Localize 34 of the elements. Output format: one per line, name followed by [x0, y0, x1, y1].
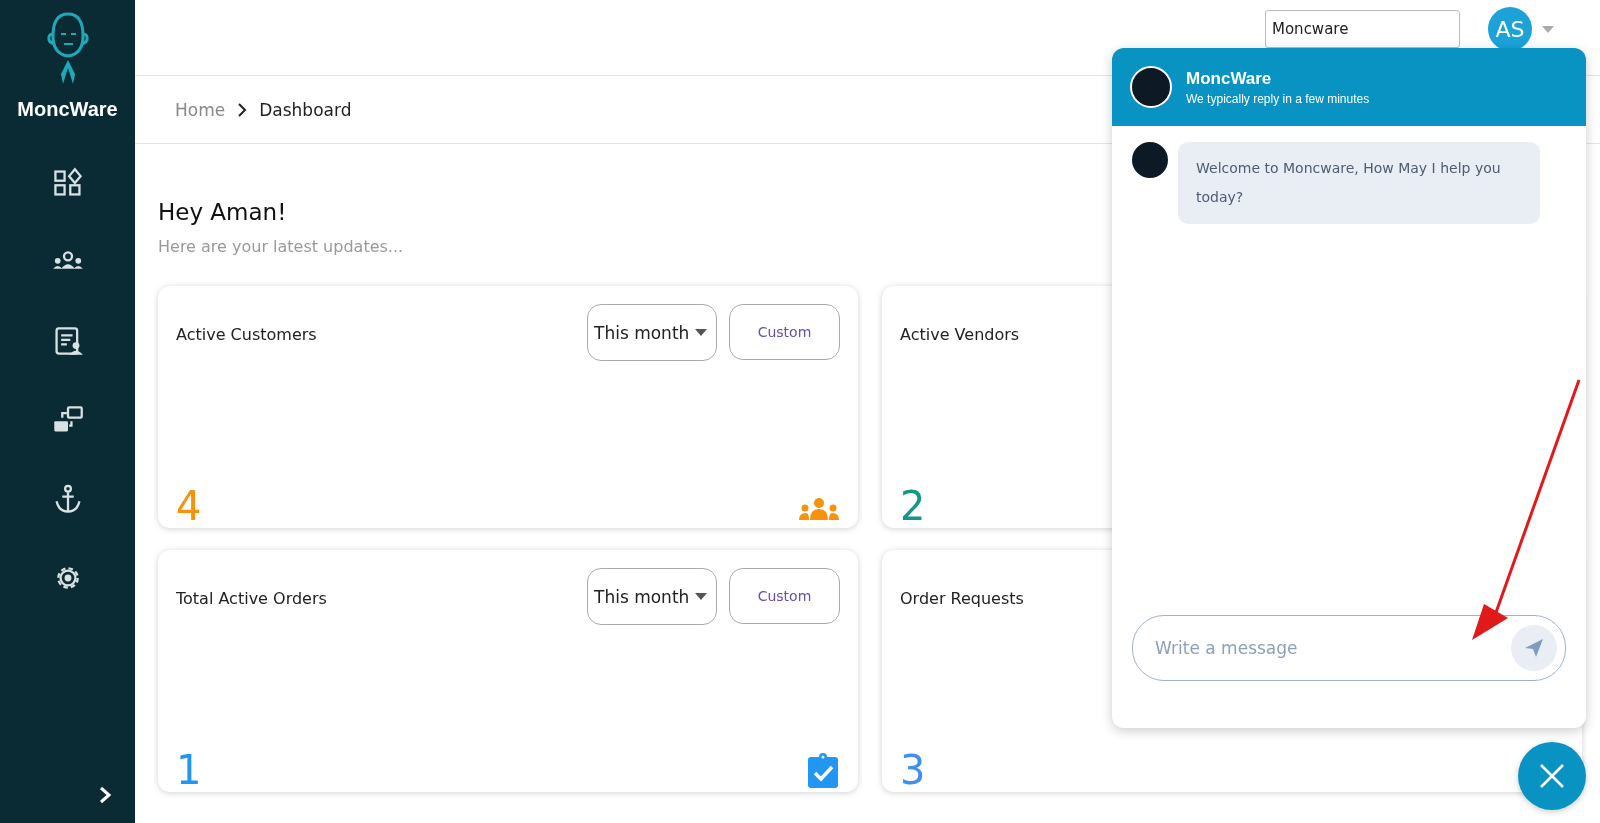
send-button[interactable]: [1511, 625, 1557, 671]
stat-value: 1: [176, 750, 202, 790]
chat-avatar: [1132, 142, 1168, 178]
chevron-right-icon: [237, 102, 248, 117]
period-dropdown[interactable]: This month: [587, 568, 717, 625]
close-button[interactable]: [1518, 742, 1586, 810]
chat-avatar: [1130, 66, 1172, 108]
grid-icon[interactable]: [51, 167, 84, 199]
close-icon[interactable]: [1539, 763, 1565, 789]
company-field[interactable]: Moncware: [1265, 10, 1460, 48]
breadcrumb-item[interactable]: Home: [175, 99, 226, 120]
custom-button[interactable]: Custom: [729, 568, 840, 624]
clipboard-check-icon: [808, 752, 838, 788]
greeting-subtitle: Here are your latest updates...: [158, 237, 405, 256]
greeting-title: Hey Aman!: [158, 199, 287, 225]
breadcrumb-item[interactable]: Dashboard: [259, 99, 352, 120]
card-title: Active Vendors: [900, 325, 1020, 344]
card-title: Active Customers: [176, 325, 317, 344]
card-title: Order Requests: [900, 589, 1024, 608]
stat-value: 3: [900, 750, 926, 790]
chevron-right-icon[interactable]: [97, 785, 112, 805]
custom-button[interactable]: Custom: [729, 304, 840, 360]
chat-name: MoncWare: [1186, 68, 1273, 89]
people-icon: [798, 498, 840, 520]
chat-status: We typically reply in a few minutes: [1186, 91, 1370, 106]
chat-message: Welcome to Moncware, How May I help you today?: [1178, 142, 1540, 224]
brand-name: MoncWare: [17, 98, 118, 121]
card-title: Total Active Orders: [176, 589, 327, 608]
caret-icon[interactable]: [695, 329, 708, 336]
caret-icon[interactable]: [695, 593, 708, 600]
stat-value: 2: [900, 486, 926, 526]
period-dropdown[interactable]: This month: [587, 304, 717, 361]
stat-value: 4: [176, 486, 202, 526]
message-box[interactable]: Write a message: [1132, 615, 1566, 681]
